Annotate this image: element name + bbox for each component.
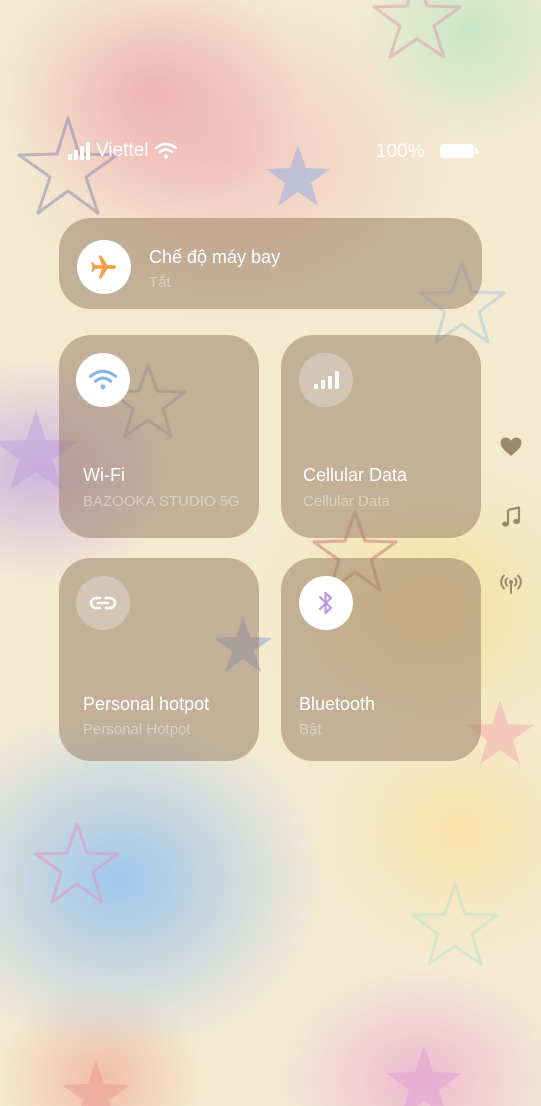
link-icon [89,596,117,610]
bluetooth-status: Bật [299,721,322,738]
personal-hotspot-tile[interactable]: Personal hotpot Personal Hotpot [59,558,259,761]
wifi-tile[interactable]: Wi-Fi BAZOOKA STUDIO 5G [59,335,259,538]
battery-percentage: 100% [376,141,425,162]
star-decoration [411,882,499,966]
wifi-network-name: BAZOOKA STUDIO 5G [83,493,240,510]
airplane-mode-toggle[interactable] [77,240,131,294]
star-decoration [17,116,119,215]
star-decoration [372,0,462,59]
background-stars [0,0,534,1106]
cellular-signal-icon [68,142,90,160]
battery-icon [440,144,478,158]
cellular-data-title: Cellular Data [303,465,408,485]
broadcast-icon [500,574,522,594]
signal-bars-icon [314,371,339,389]
carrier-group: Viettel [68,140,178,162]
broadcast-button[interactable] [498,571,524,597]
star-decoration [34,822,120,904]
music-button[interactable] [498,504,524,530]
airplane-mode-card[interactable]: Chế độ máy bay Tắt [59,218,482,309]
bluetooth-icon [318,591,333,615]
status-bar: Viettel 100% [0,140,541,162]
cellular-data-subtitle: Cellular Data [303,493,390,510]
wifi-title: Wi-Fi [83,465,125,485]
bluetooth-title: Bluetooth [299,694,376,714]
airplane-mode-status: Tắt [149,274,171,291]
cellular-data-tile[interactable]: Cellular Data Cellular Data [281,335,481,538]
bluetooth-toggle[interactable] [299,576,353,630]
heart-icon [500,437,522,456]
wifi-icon [88,369,118,390]
bluetooth-tile[interactable]: Bluetooth Bật [281,558,481,761]
music-note-icon [502,506,521,527]
airplane-icon [91,255,116,279]
personal-hotspot-title: Personal hotpot [83,694,210,714]
personal-hotspot-subtitle: Personal Hotpot [83,721,191,738]
airplane-mode-title: Chế độ máy bay [149,247,281,267]
wifi-toggle[interactable] [76,353,130,407]
heart-button[interactable] [498,434,524,460]
wifi-status-icon [155,142,178,159]
personal-hotspot-toggle[interactable] [76,576,130,630]
cellular-data-toggle[interactable] [299,353,353,407]
carrier-name: Viettel [96,140,149,161]
